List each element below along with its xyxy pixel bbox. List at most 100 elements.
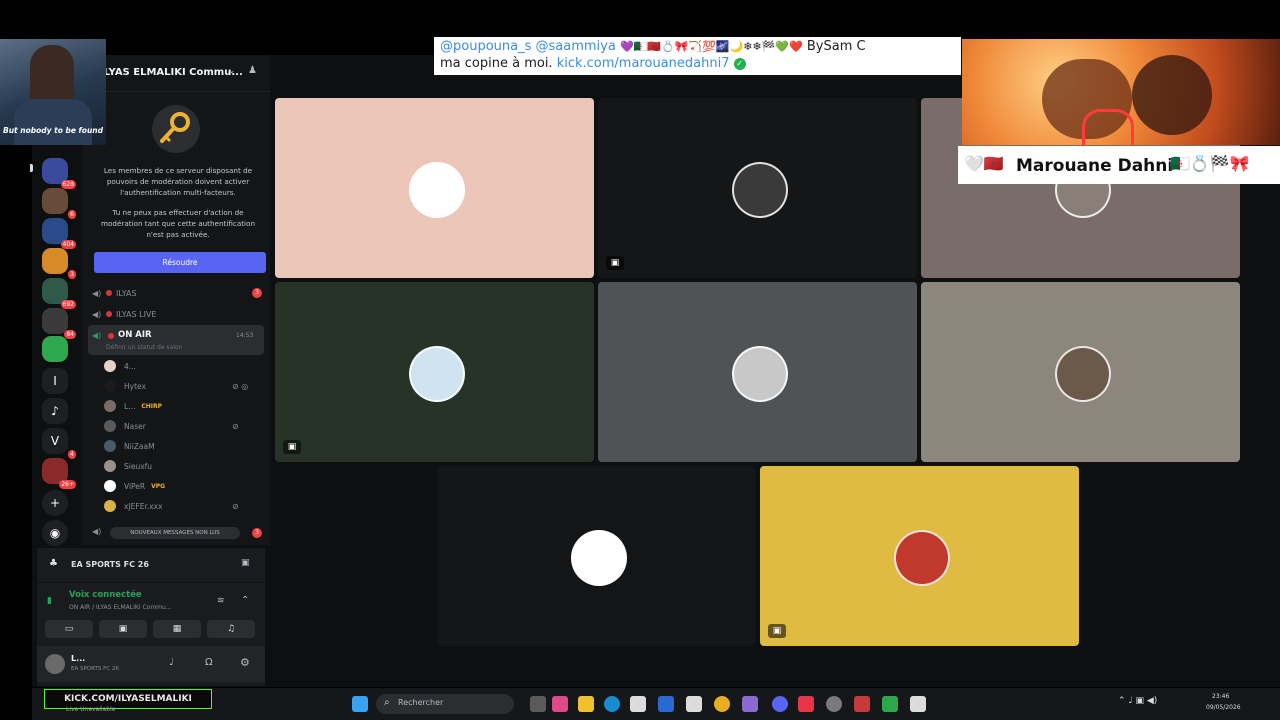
webcam-caption: But nobody to be found bbox=[2, 126, 103, 135]
channel-ilyas[interactable]: ◀) ILYAS 3 bbox=[88, 284, 264, 302]
live-dot-icon bbox=[106, 311, 112, 317]
activity-row[interactable]: ♣ EA SPORTS FC 26 ▣ bbox=[37, 548, 265, 583]
game-controller-icon: ♣ bbox=[49, 558, 58, 569]
voice-user[interactable]: ViPeR VPG bbox=[104, 477, 165, 495]
taskbar-search[interactable]: ⌕ Rechercher bbox=[376, 694, 514, 714]
gear-icon[interactable]: ⚙ bbox=[240, 656, 250, 669]
server-icon[interactable]: ♪ bbox=[42, 398, 68, 424]
chrome-icon[interactable] bbox=[714, 696, 730, 712]
video-tile[interactable]: ▣ bbox=[598, 98, 917, 278]
channel-on-air[interactable]: ◀) ON AIR 14:53 Définir un statut de sal… bbox=[88, 325, 264, 355]
emoji-prefix: 🤍🇲🇦 bbox=[964, 154, 1004, 173]
tweet-link[interactable]: kick.com/marouanedahni7 bbox=[557, 56, 730, 71]
camera-button[interactable]: ▭ bbox=[45, 620, 93, 638]
server-badge: 26+ bbox=[59, 480, 76, 489]
app-icon[interactable] bbox=[826, 696, 842, 712]
mfa-text-2: Tu ne peux pas effectuer d'action de mod… bbox=[101, 208, 255, 239]
invite-icon[interactable]: ♟ bbox=[248, 65, 257, 76]
tweet-line-2: ma copine à moi. kick.com/marouanedahni7… bbox=[440, 55, 746, 73]
avatar[interactable] bbox=[45, 654, 65, 674]
app-icon[interactable] bbox=[854, 696, 870, 712]
noise-suppression-icon[interactable]: ≋ bbox=[217, 596, 225, 606]
chevron-down-icon[interactable]: ⌄ bbox=[228, 66, 236, 76]
tweet-mentions[interactable]: @poupouna_s @saammiya bbox=[440, 39, 616, 54]
headphones-icon[interactable]: Ω bbox=[205, 657, 213, 668]
server-icon[interactable]: I bbox=[42, 368, 68, 394]
soundboard-button[interactable]: ♫ bbox=[207, 620, 255, 638]
app-icon[interactable] bbox=[658, 696, 674, 712]
voice-user[interactable]: 4... bbox=[104, 357, 136, 375]
edge-icon[interactable] bbox=[604, 696, 620, 712]
video-tile[interactable] bbox=[598, 282, 917, 462]
new-messages-badge: 3 bbox=[252, 528, 262, 538]
server-icon[interactable]: 84 bbox=[42, 308, 76, 339]
app-icon[interactable] bbox=[798, 696, 814, 712]
add-server-icon[interactable]: + bbox=[42, 490, 68, 516]
voice-user-name: Naser bbox=[124, 421, 146, 431]
app-icon[interactable] bbox=[910, 696, 926, 712]
voice-user[interactable]: xJEFEr.xxx ⊘ bbox=[104, 497, 239, 515]
voice-user[interactable]: NiiZaaM bbox=[104, 437, 155, 455]
voice-user[interactable]: L... CHIRP bbox=[104, 397, 162, 415]
discover-icon[interactable]: ◉ bbox=[42, 520, 68, 546]
muted-deafened-icon: ⊘ ◎ bbox=[232, 381, 249, 391]
new-messages-pill[interactable]: NOUVEAUX MESSAGES NON LUS bbox=[110, 527, 240, 539]
disconnect-icon[interactable]: ⌃ bbox=[241, 595, 249, 606]
app-icon[interactable] bbox=[742, 696, 758, 712]
video-tile[interactable] bbox=[437, 466, 756, 646]
server-icon[interactable]: 6 bbox=[42, 188, 76, 219]
server-icon[interactable]: 404 bbox=[42, 218, 76, 249]
app-icon[interactable] bbox=[552, 696, 568, 712]
server-name: ILYAS ELMALIKI Commu... bbox=[100, 67, 243, 78]
system-tray-icons[interactable]: ⌃ ♩ ▣ ◀) bbox=[1118, 696, 1157, 706]
screen-share-button[interactable]: ▣ bbox=[99, 620, 147, 638]
emoji-string: 💜🇩🇿🇲🇦💍🎀🏹💯🌌🌙❄❄🏁💚❤️ bbox=[619, 40, 803, 53]
app-icon[interactable] bbox=[686, 696, 702, 712]
channel-label: ILYAS bbox=[116, 288, 137, 298]
discord-icon[interactable] bbox=[772, 696, 788, 712]
store-icon[interactable] bbox=[630, 696, 646, 712]
channel-status[interactable]: Définir un statut de salon bbox=[106, 344, 182, 351]
channel-label: ILYAS LIVE bbox=[116, 309, 157, 319]
search-placeholder: Rechercher bbox=[398, 698, 444, 707]
server-icon[interactable]: 692 bbox=[42, 278, 76, 309]
avatar bbox=[408, 162, 465, 218]
voice-user[interactable]: Hytex ⊘ ◎ bbox=[104, 377, 248, 395]
microphone-icon[interactable]: ♩ bbox=[169, 657, 174, 668]
voice-user[interactable]: Naser ⊘ bbox=[104, 417, 239, 435]
selected-server-indicator bbox=[30, 164, 33, 172]
activities-button[interactable]: ▦ bbox=[153, 620, 201, 638]
name-strip: 🤍🇲🇦 Marouane Dahni 🇩🇿💍🏁🎀 bbox=[958, 146, 1280, 184]
resolve-button[interactable]: Résoudre bbox=[94, 252, 266, 273]
speaker-icon: ◀) bbox=[92, 527, 102, 536]
channel-ilyas-live[interactable]: ◀) ILYAS LIVE bbox=[88, 305, 264, 323]
emoji-suffix: 🇩🇿💍🏁🎀 bbox=[1170, 154, 1250, 173]
voice-user-name: Hytex bbox=[124, 381, 146, 391]
app-icon[interactable] bbox=[882, 696, 898, 712]
server-icon[interactable]: 3 bbox=[42, 248, 76, 279]
video-tile[interactable]: ▣ bbox=[760, 466, 1079, 646]
server-icon[interactable]: 628 bbox=[42, 158, 76, 189]
video-tile[interactable] bbox=[921, 282, 1240, 462]
tweet-author: BySam C bbox=[806, 39, 866, 54]
windows-start-icon[interactable] bbox=[352, 696, 368, 712]
channel-sidebar: ILYAS ELMALIKI Commu... ⌄ ♟ Les membres … bbox=[82, 55, 270, 545]
task-view-icon[interactable] bbox=[530, 696, 546, 712]
avatar bbox=[104, 380, 116, 392]
account-bar: L... EA SPORTS FC 26 ♩ Ω ⚙ bbox=[37, 646, 265, 682]
tweet-text: ma copine à moi. bbox=[440, 56, 553, 71]
video-tile[interactable]: ▣ bbox=[275, 282, 594, 462]
video-tile[interactable] bbox=[275, 98, 594, 278]
speaker-icon: ◀) bbox=[92, 309, 102, 319]
user-tag: CHIRP bbox=[141, 402, 163, 410]
avatar bbox=[570, 530, 627, 586]
voice-user[interactable]: Sieuxfu bbox=[104, 457, 152, 475]
file-explorer-icon[interactable] bbox=[578, 696, 594, 712]
server-header[interactable]: ILYAS ELMALIKI Commu... ⌄ ♟ bbox=[82, 55, 270, 92]
activity-icon[interactable]: ▣ bbox=[241, 558, 250, 568]
server-badge: 4 bbox=[68, 450, 76, 459]
server-icon[interactable] bbox=[42, 336, 68, 362]
server-icon[interactable]: V4 bbox=[42, 428, 76, 459]
server-icon[interactable]: 26+ bbox=[42, 458, 76, 489]
avatar bbox=[104, 420, 116, 432]
